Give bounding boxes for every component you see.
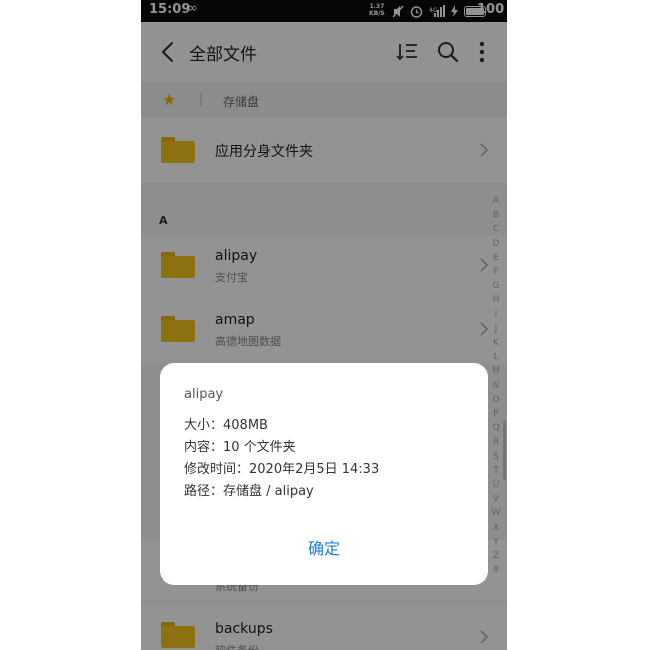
dialog-path: 路径：存储盘 / alipay [184,480,314,499]
dialog-size: 大小：408MB [184,414,268,433]
dialog-contents: 内容：10 个文件夹 [184,436,296,455]
dialog-modified: 修改时间：2020年2月5日 14:33 [184,458,379,477]
dialog-title: alipay [184,387,223,402]
file-properties-dialog: alipay 大小：408MB 内容：10 个文件夹 修改时间：2020年2月5… [160,363,488,585]
confirm-button[interactable]: 确定 [160,535,488,565]
